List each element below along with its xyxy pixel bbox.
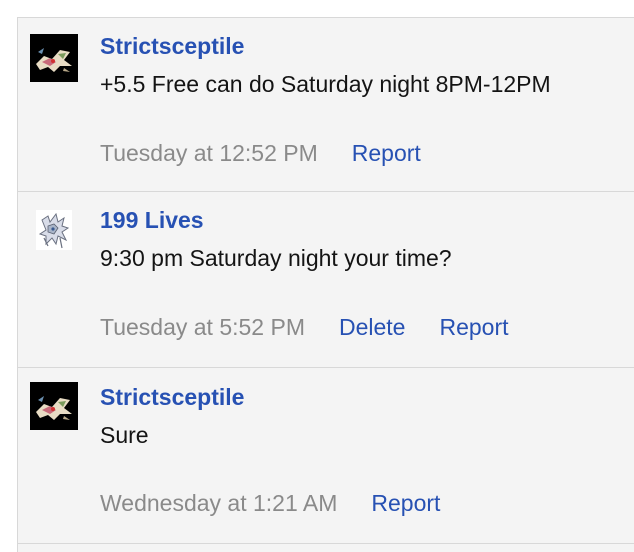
comment-text: 9:30 pm Saturday night your time? — [100, 245, 452, 271]
comment-meta: Wednesday at 1:21 AM Report — [100, 490, 440, 517]
avatar[interactable] — [30, 34, 78, 82]
comment-author[interactable]: 199 Lives — [100, 207, 204, 234]
comment-text: Sure — [100, 422, 149, 448]
comment-list: Strictsceptile +5.5 Free can do Saturday… — [17, 17, 634, 552]
report-link[interactable]: Report — [352, 140, 421, 166]
avatar[interactable] — [30, 382, 78, 430]
comment-timestamp[interactable]: Wednesday at 1:21 AM — [100, 490, 337, 516]
comment-timestamp[interactable]: Tuesday at 12:52 PM — [100, 140, 318, 166]
sceptile-avatar-icon — [30, 34, 78, 82]
comment-timestamp[interactable]: Tuesday at 5:52 PM — [100, 314, 305, 340]
comment-meta: Tuesday at 12:52 PM Report — [100, 140, 421, 167]
comment-text: +5.5 Free can do Saturday night 8PM-12PM — [100, 71, 551, 97]
report-link[interactable]: Report — [439, 314, 508, 340]
comment-meta: Tuesday at 5:52 PM Delete Report — [100, 314, 509, 341]
report-link[interactable]: Report — [371, 490, 440, 516]
delete-link[interactable]: Delete — [339, 314, 405, 340]
sceptile-avatar-icon — [30, 382, 78, 430]
page: Strictsceptile +5.5 Free can do Saturday… — [0, 0, 634, 552]
avatar[interactable] — [36, 210, 72, 250]
arceus-avatar-icon — [36, 210, 72, 250]
comment-item: 199 Lives 9:30 pm Saturday night your ti… — [18, 192, 634, 368]
comment-author[interactable]: Strictsceptile — [100, 33, 244, 60]
comment-item: Strictsceptile +5.5 Free can do Saturday… — [18, 18, 634, 192]
comment-item: Strictsceptile Sure Wednesday at 1:21 AM… — [18, 368, 634, 544]
comment-author[interactable]: Strictsceptile — [100, 384, 244, 411]
